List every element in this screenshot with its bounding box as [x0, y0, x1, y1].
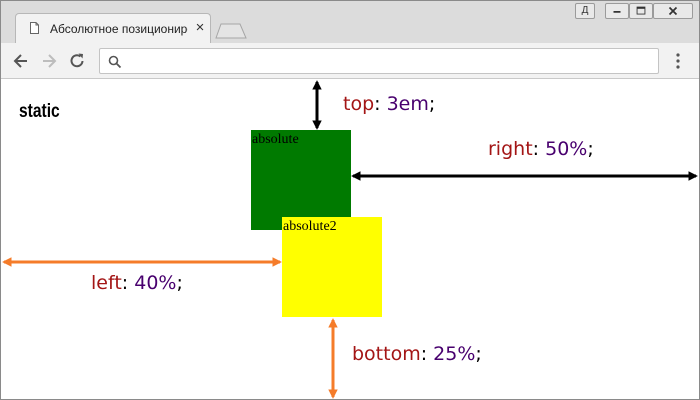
title-bar: Абсолютное позиционирование × Д — [1, 1, 699, 43]
back-icon[interactable] — [11, 51, 31, 71]
annotation-bottom-value: 25% — [433, 343, 476, 365]
annotation-left-value: 40% — [134, 272, 177, 294]
minimize-icon — [613, 11, 621, 13]
minimize-button[interactable] — [605, 3, 629, 19]
reload-icon[interactable] — [67, 51, 87, 71]
annotation-right-property: right — [488, 138, 533, 160]
arrows-overlay — [2, 80, 698, 399]
annotation-bottom-colon: : — [420, 343, 434, 365]
search-icon — [108, 55, 122, 69]
annotation-right-value: 50% — [545, 138, 588, 160]
annotation-top-property: top — [343, 93, 375, 115]
annotation-top-semicolon: ; — [428, 93, 436, 115]
annotation-bottom-semicolon: ; — [475, 343, 482, 365]
close-icon[interactable]: × — [193, 20, 207, 35]
page-viewport: static absolute absolute2 top: 3em; righ… — [1, 79, 699, 399]
annotation-left: left: 40%; — [91, 272, 183, 294]
annotation-right: right: 50%; — [488, 138, 594, 160]
tab-active[interactable]: Абсолютное позиционирование × — [15, 13, 211, 43]
tab-title: Абсолютное позиционирование — [50, 22, 188, 36]
new-tab-icon[interactable] — [215, 23, 247, 39]
annotation-right-semicolon: ; — [587, 138, 594, 160]
window-close-button[interactable] — [653, 3, 693, 19]
user-icon: Д — [581, 5, 589, 16]
annotation-left-semicolon: ; — [176, 272, 183, 294]
annotation-bottom-property: bottom — [352, 343, 421, 365]
maximize-button[interactable] — [629, 3, 653, 19]
forward-icon[interactable] — [39, 51, 59, 71]
browser-window: Абсолютное позиционирование × Д — [0, 0, 700, 400]
annotation-top-value: 3em — [386, 93, 429, 115]
window-close-icon — [668, 6, 678, 16]
page-icon — [30, 22, 39, 34]
annotation-bottom: bottom: 25%; — [352, 343, 482, 365]
annotation-top-colon: : — [374, 93, 387, 115]
address-bar[interactable] — [99, 48, 659, 74]
menu-icon[interactable] — [671, 52, 685, 70]
annotation-left-colon: : — [121, 272, 135, 294]
annotation-top: top: 3em; — [343, 93, 435, 115]
maximize-icon — [636, 6, 646, 15]
annotation-left-property: left — [91, 272, 122, 294]
annotation-right-colon: : — [532, 138, 546, 160]
browser-toolbar — [1, 43, 699, 79]
user-button[interactable]: Д — [575, 3, 595, 19]
